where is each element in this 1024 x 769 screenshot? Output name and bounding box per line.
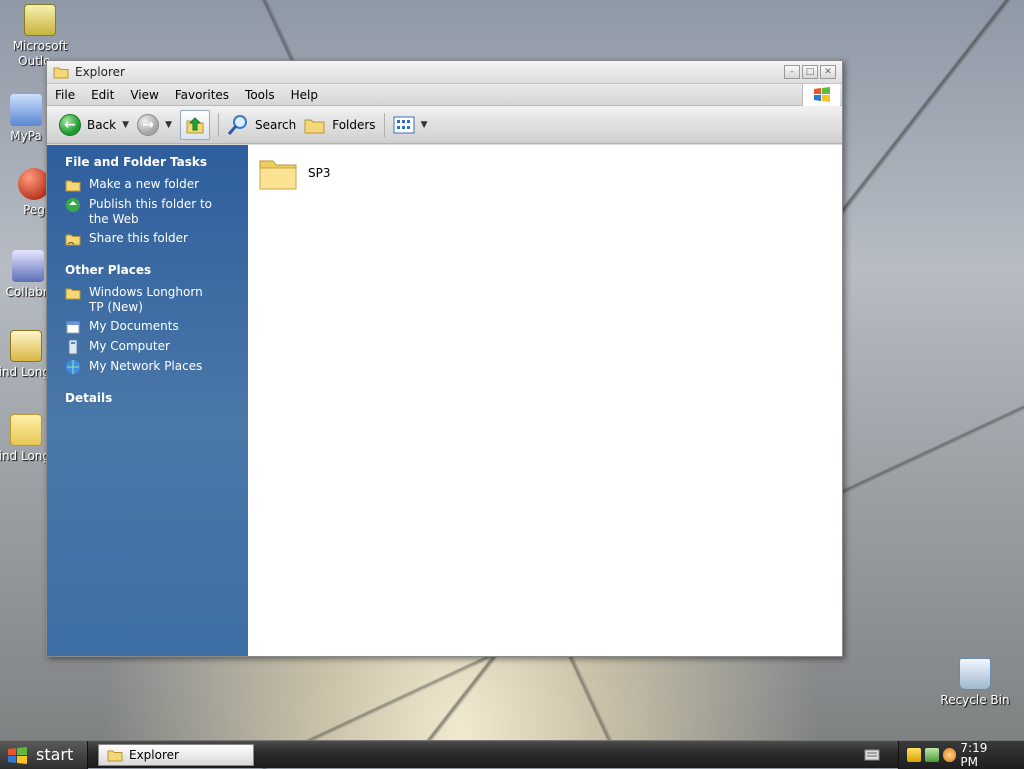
close-button[interactable]: ✕ [820, 65, 836, 79]
views-icon [393, 116, 415, 133]
search-tray-icon[interactable] [942, 748, 957, 762]
desktop-icon-label: Recycle Bin [940, 693, 1010, 707]
shortcut-icon [10, 94, 42, 126]
keyboard-icon[interactable] [864, 748, 880, 762]
publish-to-web-link[interactable]: Publish this folder to the Web [65, 197, 248, 227]
window-controls: – □ ✕ [784, 65, 836, 79]
taskbar-item-label: Explorer [129, 747, 179, 762]
taskbar: start Explorer 7:19 PM [0, 740, 1024, 769]
windows-flag-icon [813, 87, 830, 102]
task-pane: File and Folder Tasks Make a new folder … [47, 145, 248, 656]
window-title: Explorer [75, 65, 125, 79]
folder-icon [10, 414, 42, 446]
back-label: Back [87, 117, 117, 132]
menu-bar: File Edit View Favorites Tools Help [47, 84, 842, 106]
security-shield-icon[interactable] [907, 748, 921, 762]
folder-icon [259, 160, 297, 190]
my-network-places-link[interactable]: My Network Places [65, 359, 248, 375]
menu-edit[interactable]: Edit [83, 88, 122, 102]
share-folder-link[interactable]: Share this folder [65, 231, 248, 247]
outlook-icon [24, 4, 56, 36]
my-documents-link[interactable]: My Documents [65, 319, 248, 335]
new-folder-icon [65, 180, 81, 192]
section-header[interactable]: File and Folder Tasks [65, 155, 248, 169]
other-places-section: Other Places Windows Longhorn TP (New) M… [47, 263, 248, 391]
network-places-icon [66, 360, 80, 374]
search-label: Search [254, 117, 297, 132]
minimize-button[interactable]: – [784, 65, 800, 79]
folder-icon [107, 750, 123, 761]
file-list: SP3 [248, 145, 842, 656]
system-tray: 7:19 PM [898, 741, 1024, 769]
windows-logo [802, 84, 840, 106]
explorer-body: File and Folder Tasks Make a new folder … [47, 145, 842, 656]
network-status-icon[interactable] [924, 748, 939, 762]
folder-icon [65, 288, 81, 300]
my-computer-link[interactable]: My Computer [65, 339, 248, 355]
back-button[interactable]: ← Back ▼ [55, 110, 133, 140]
folder-icon [53, 67, 69, 79]
zip-icon [10, 330, 42, 362]
make-new-folder-link[interactable]: Make a new folder [65, 177, 248, 193]
my-computer-icon [68, 339, 78, 355]
collaboration-icon [12, 250, 44, 282]
views-button[interactable]: ▼ [389, 110, 432, 140]
desktop-icon-recycle-bin[interactable]: Recycle Bin [935, 658, 1015, 708]
toolbar-separator [217, 112, 219, 137]
publish-web-icon [66, 198, 80, 212]
my-documents-icon [66, 321, 80, 334]
toolbar: ← Back ▼ → ▼ Search Folders ▼ [47, 106, 842, 144]
start-button[interactable]: start [0, 740, 88, 769]
menu-favorites[interactable]: Favorites [167, 88, 237, 102]
start-label: start [36, 745, 74, 764]
details-section: Details [47, 391, 248, 425]
title-bar[interactable]: Explorer – □ ✕ [47, 61, 842, 84]
forward-dropdown-icon[interactable]: ▼ [165, 120, 172, 130]
folder-name: SP3 [308, 166, 331, 180]
folder-item-sp3[interactable]: SP3 [258, 155, 331, 191]
share-folder-icon [65, 234, 81, 246]
clock: 7:19 PM [960, 741, 988, 769]
section-header[interactable]: Details [65, 391, 248, 405]
views-dropdown-icon[interactable]: ▼ [421, 120, 428, 130]
forward-button[interactable]: → ▼ [133, 110, 176, 140]
toolbar-separator [383, 112, 385, 137]
forward-arrow-icon: → [137, 113, 160, 136]
maximize-button[interactable]: □ [802, 65, 818, 79]
explorer-window: Explorer – □ ✕ File Edit View Favorites … [46, 60, 843, 657]
folders-icon [304, 119, 325, 133]
menu-tools[interactable]: Tools [237, 88, 283, 102]
back-dropdown-icon[interactable]: ▼ [122, 120, 129, 130]
up-folder-button[interactable] [179, 109, 210, 140]
search-icon [227, 114, 247, 135]
menu-file[interactable]: File [47, 88, 83, 102]
menu-view[interactable]: View [122, 88, 166, 102]
folders-button[interactable]: Folders [300, 110, 379, 140]
windows-longhorn-link[interactable]: Windows Longhorn TP (New) [65, 285, 248, 315]
recycle-bin-icon [959, 658, 991, 690]
file-folder-tasks-section: File and Folder Tasks Make a new folder … [47, 155, 248, 263]
taskbar-item-explorer[interactable]: Explorer [98, 743, 254, 766]
up-folder-icon [186, 116, 204, 133]
menu-help[interactable]: Help [283, 88, 326, 102]
windows-flag-icon [8, 746, 27, 764]
folders-label: Folders [332, 117, 376, 132]
back-arrow-icon: ← [59, 113, 81, 136]
section-header[interactable]: Other Places [65, 263, 248, 277]
search-button[interactable]: Search [223, 110, 300, 140]
